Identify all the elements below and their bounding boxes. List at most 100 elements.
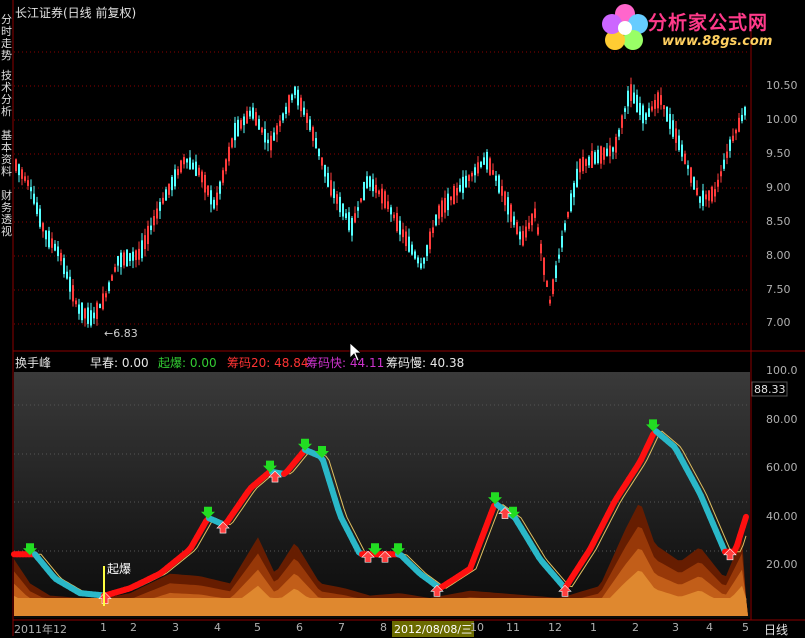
candle-up: [501, 186, 503, 196]
candle-down: [465, 176, 467, 187]
candle-down: [513, 216, 515, 225]
candle-down: [573, 183, 575, 197]
candle-down: [69, 277, 71, 292]
candle-down: [744, 107, 746, 115]
candle-up: [42, 223, 44, 231]
candle-up: [684, 154, 686, 164]
candle-down: [435, 215, 437, 226]
candle-up: [540, 244, 542, 254]
candle-down: [117, 256, 119, 266]
candle-down: [594, 152, 596, 164]
candle-down: [18, 164, 20, 175]
candle-down: [141, 240, 143, 258]
candle-up: [534, 208, 536, 217]
candle-down: [66, 272, 68, 279]
candle-down: [372, 179, 374, 191]
candle-down: [243, 116, 245, 125]
candle-up: [726, 152, 728, 158]
candle-down: [324, 165, 326, 177]
price-tick: 8.00: [766, 249, 791, 262]
candle-up: [381, 189, 383, 204]
candle-down: [399, 221, 401, 235]
candle-down: [474, 167, 476, 175]
candle-up: [450, 197, 452, 200]
candle-down: [87, 307, 89, 323]
time-axis-label: 1: [100, 621, 107, 634]
candle-down: [120, 253, 122, 267]
candle-up: [660, 95, 662, 105]
low-price-marker: ←6.83: [104, 327, 138, 340]
candle-down: [357, 207, 359, 211]
stock-chart-canvas[interactable]: ←6.83 起爆 88.33: [0, 0, 805, 636]
candle-down: [666, 107, 668, 122]
candle-up: [510, 205, 512, 222]
time-axis-label: 4: [214, 621, 221, 634]
candle-up: [168, 184, 170, 195]
candle-down: [459, 185, 461, 192]
candle-down: [294, 87, 296, 95]
candle-up: [375, 185, 377, 193]
candle-down: [462, 177, 464, 193]
candle-up: [183, 157, 185, 164]
candle-up: [471, 173, 473, 176]
candle-up: [15, 159, 17, 171]
candle-down: [702, 191, 704, 206]
candle-up: [360, 198, 362, 202]
candle-up: [240, 120, 242, 129]
time-axis-label: 2: [632, 621, 639, 634]
price-tick: 9.50: [766, 147, 791, 160]
candle-down: [723, 160, 725, 169]
tab-fundamentals[interactable]: 基本资料: [0, 130, 13, 178]
price-tick: 8.50: [766, 215, 791, 228]
time-axis-label: 2: [130, 621, 137, 634]
cursor-date-label: 2012/08/08/三: [392, 621, 474, 637]
candle-up: [321, 157, 323, 165]
candle-down: [729, 139, 731, 150]
candle-up: [675, 128, 677, 142]
candle-up: [585, 159, 587, 166]
candle-down: [315, 138, 317, 148]
candle-up: [135, 250, 137, 260]
candle-up: [378, 191, 380, 195]
candle-down: [264, 129, 266, 142]
price-tick: 10.50: [766, 79, 798, 92]
candle-up: [444, 198, 446, 213]
candle-up: [432, 227, 434, 233]
legend-zaochun: 早春: 0.00: [90, 354, 149, 371]
candle-up: [111, 275, 113, 280]
candle-up: [582, 157, 584, 171]
candle-up: [609, 145, 611, 156]
candle-up: [207, 186, 209, 196]
period-selector[interactable]: 日线: [764, 621, 788, 638]
time-axis-label: 12: [548, 621, 562, 634]
candle-up: [336, 194, 338, 204]
tab-technical-analysis[interactable]: 技术分析: [0, 70, 13, 118]
candle-down: [252, 107, 254, 118]
tab-financials[interactable]: 财务透视: [0, 190, 13, 238]
candle-up: [156, 209, 158, 219]
candle-up: [516, 222, 518, 234]
candle-up: [714, 189, 716, 196]
candle-down: [486, 152, 488, 170]
candle-down: [234, 123, 236, 140]
candle-down: [213, 200, 215, 209]
candle-up: [603, 147, 605, 159]
time-axis-label: 7: [338, 621, 345, 634]
candle-up: [402, 229, 404, 237]
candle-down: [132, 252, 134, 261]
breakout-annotation: 起爆: [107, 562, 131, 576]
candle-down: [642, 105, 644, 123]
candle-up: [330, 180, 332, 195]
price-tick: 9.00: [766, 181, 791, 194]
candle-down: [282, 113, 284, 120]
tab-intraday[interactable]: 分时走势: [0, 14, 13, 62]
candle-up: [522, 231, 524, 245]
legend-chouma-fast: 筹码快: 44.11: [306, 354, 384, 371]
candle-up: [705, 194, 707, 199]
candle-up: [735, 130, 737, 134]
candle-down: [192, 163, 194, 170]
candle-down: [570, 193, 572, 211]
price-tick: 10.00: [766, 113, 798, 126]
candle-down: [741, 115, 743, 121]
candle-up: [51, 238, 53, 247]
